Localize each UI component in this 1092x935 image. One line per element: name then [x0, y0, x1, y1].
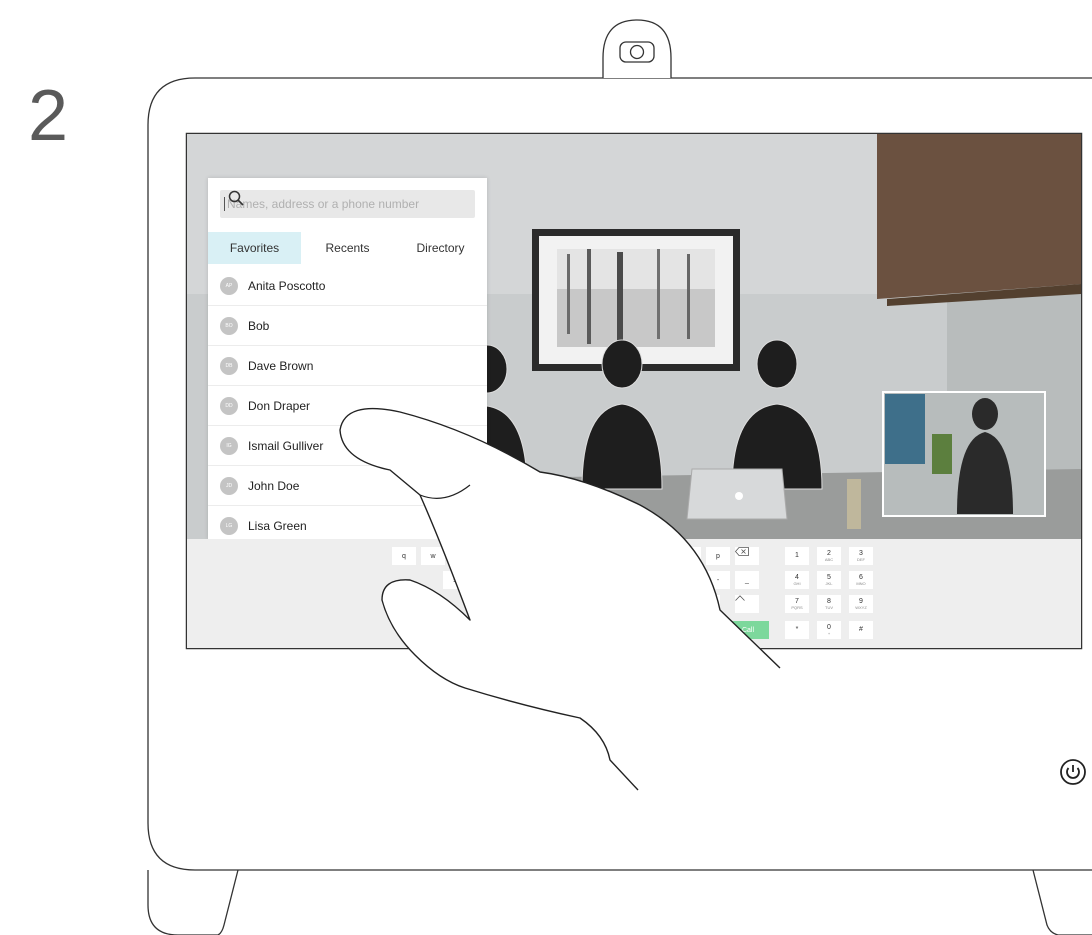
contact-item[interactable]: AP Anita Poscotto [208, 266, 487, 306]
call-button[interactable]: Call [727, 621, 769, 639]
dial-key[interactable]: 2 ABC [817, 547, 841, 565]
key-dash[interactable]: - [706, 571, 730, 589]
contact-list: AP Anita Poscotto BO Bob DB Dave Brown D… [208, 266, 487, 546]
avatar: JD [220, 476, 238, 495]
dial-key[interactable]: # [849, 621, 873, 639]
dial-key[interactable]: 0 + [817, 621, 841, 639]
key-s[interactable]: s [443, 571, 467, 589]
dial-key[interactable]: 3 DEF [849, 547, 873, 565]
contact-name: Don Draper [248, 398, 311, 413]
key-q[interactable]: q [392, 547, 416, 565]
contact-name: Ismail Gulliver [248, 438, 324, 453]
dial-key[interactable]: 5 JKL [817, 571, 841, 589]
dial-key[interactable]: 1 [785, 547, 809, 565]
power-icon[interactable] [1059, 758, 1087, 786]
avatar: DB [220, 356, 238, 375]
dial-key[interactable]: 9 WXYZ [849, 595, 873, 613]
contact-item[interactable]: JD John Doe [208, 466, 487, 506]
contact-item[interactable]: DD Don Draper [208, 386, 487, 426]
contact-item[interactable]: IG Ismail Gulliver [208, 426, 487, 466]
tab-directory[interactable]: Directory [394, 232, 487, 264]
backspace-icon [735, 547, 749, 556]
contact-name: Anita Poscotto [248, 278, 326, 293]
key-underscore[interactable]: _ [735, 571, 759, 589]
avatar: IG [220, 436, 238, 455]
search-icon [228, 190, 244, 206]
dial-key[interactable]: 4 GHI [785, 571, 809, 589]
camera-icon [602, 19, 672, 78]
avatar: AP [220, 276, 238, 295]
avatar: BO [220, 316, 238, 335]
caret-up-key[interactable] [735, 595, 759, 613]
contact-item[interactable]: BO Bob [208, 306, 487, 346]
search-bar[interactable] [220, 190, 475, 218]
key-o[interactable]: o [677, 547, 701, 565]
backspace-key[interactable] [735, 547, 759, 565]
dial-key[interactable]: * [785, 621, 809, 639]
key-w[interactable]: w [421, 547, 445, 565]
on-screen-keyboard: q w o p s l - _ @ Call 1 2 ABC 3 DEF 4 GHI … [187, 539, 1081, 648]
tab-favorites[interactable]: Favorites [208, 232, 301, 264]
search-input[interactable] [224, 197, 447, 211]
contact-name: Lisa Green [248, 518, 307, 533]
device-screen: Favorites Recents Directory AP Anita Pos… [187, 134, 1081, 648]
dial-key[interactable]: 6 MNO [849, 571, 873, 589]
key-l[interactable]: l [677, 571, 701, 589]
dial-key[interactable]: 8 TUV [817, 595, 841, 613]
key-at[interactable]: @ [696, 595, 720, 613]
avatar: DD [220, 396, 238, 415]
avatar: LG [220, 516, 238, 535]
caret-up-icon [735, 595, 745, 601]
contact-name: Dave Brown [248, 358, 314, 373]
dial-key[interactable]: 7 PQRS [785, 595, 809, 613]
contact-item[interactable]: DB Dave Brown [208, 346, 487, 386]
contact-name: Bob [248, 318, 270, 333]
tab-bar: Favorites Recents Directory [208, 232, 487, 264]
tab-recents[interactable]: Recents [301, 232, 394, 264]
contact-name: John Doe [248, 478, 300, 493]
key-p[interactable]: p [706, 547, 730, 565]
call-panel: Favorites Recents Directory AP Anita Pos… [208, 178, 487, 546]
